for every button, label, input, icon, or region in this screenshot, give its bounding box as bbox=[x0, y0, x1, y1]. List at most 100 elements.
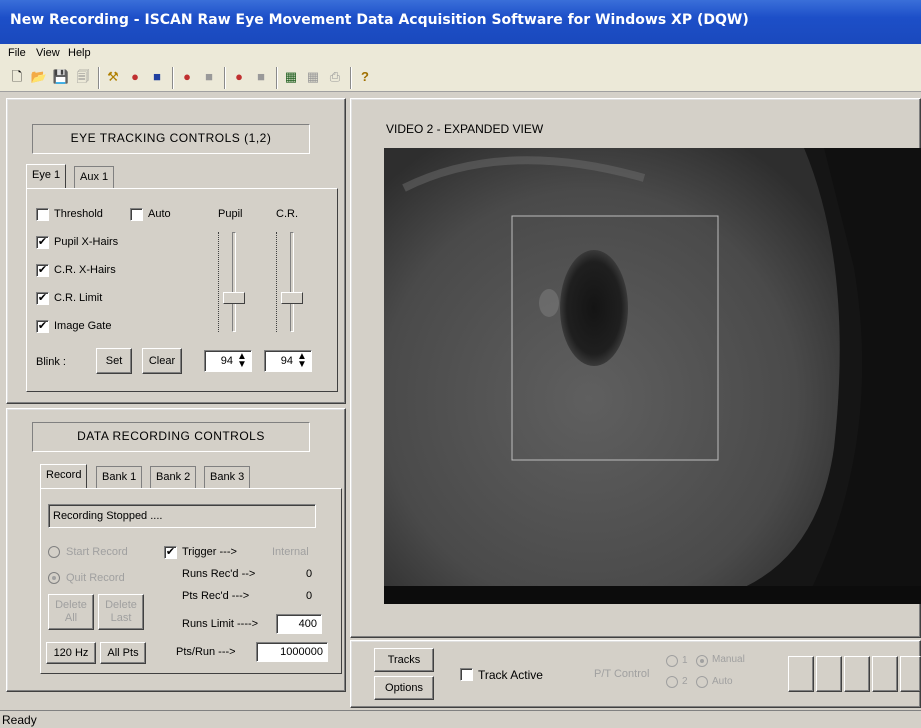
trigger-checkbox[interactable]: ✔ bbox=[164, 546, 177, 559]
threshold-checkbox[interactable] bbox=[36, 208, 49, 221]
manual-label: Manual bbox=[712, 654, 745, 665]
runs-limit-input[interactable]: 400 bbox=[276, 614, 322, 634]
image-gate-label: Image Gate bbox=[54, 320, 112, 332]
cr-xhairs-label: C.R. X-Hairs bbox=[54, 264, 116, 276]
menu-view[interactable]: View bbox=[36, 47, 60, 59]
status-bar: Ready bbox=[0, 710, 921, 728]
chart2-icon[interactable]: ▦ bbox=[304, 68, 322, 86]
eye-tracking-title: EYE TRACKING CONTROLS (1,2) bbox=[32, 124, 310, 154]
record-icon[interactable]: ● bbox=[126, 68, 144, 86]
status-text: Ready bbox=[2, 713, 37, 727]
record3-icon[interactable]: ● bbox=[230, 68, 248, 86]
pupil-slider-thumb[interactable] bbox=[223, 292, 245, 304]
options-button[interactable]: Options bbox=[374, 676, 434, 700]
pupil-label: Pupil bbox=[218, 208, 243, 220]
copy-icon[interactable]: 🗐 bbox=[74, 68, 92, 86]
all-pts-button[interactable]: All Pts bbox=[100, 642, 146, 664]
trigger-label: Trigger ---> bbox=[182, 546, 237, 558]
tab-aux-1[interactable]: Aux 1 bbox=[74, 166, 115, 188]
start-record-label: Start Record bbox=[66, 546, 128, 558]
tools-icon[interactable]: ⚒ bbox=[104, 68, 122, 86]
cr-label: C.R. bbox=[276, 208, 298, 220]
pupil-slider-ticks bbox=[218, 232, 220, 332]
delete-all-line2: All bbox=[64, 612, 78, 624]
cr-xhairs-checkbox[interactable]: ✔ bbox=[36, 264, 49, 277]
new-icon[interactable]: 🗋 bbox=[8, 68, 26, 86]
delete-last-line1: Delete bbox=[105, 599, 137, 611]
pupil-xhairs-checkbox[interactable]: ✔ bbox=[36, 236, 49, 249]
auto-radio[interactable] bbox=[696, 676, 708, 688]
track-active-checkbox[interactable] bbox=[460, 668, 473, 681]
pts-run-input[interactable]: 1000000 bbox=[256, 642, 328, 662]
record2-icon[interactable]: ● bbox=[178, 68, 196, 86]
blink-label: Blink : bbox=[36, 356, 66, 368]
tab-eye-1[interactable]: Eye 1 bbox=[26, 164, 67, 188]
image-gate-checkbox[interactable]: ✔ bbox=[36, 320, 49, 333]
pt-radio-2[interactable] bbox=[666, 676, 678, 688]
tab-bank-1[interactable]: Bank 1 bbox=[96, 466, 143, 488]
video-frame[interactable] bbox=[384, 148, 921, 604]
blink-set-button[interactable]: Set bbox=[96, 348, 132, 374]
video-title: VIDEO 2 - EXPANDED VIEW bbox=[386, 122, 544, 136]
delete-all-button[interactable]: Delete All bbox=[48, 594, 94, 630]
pupil-xhairs-label: Pupil X-Hairs bbox=[54, 236, 119, 248]
manual-radio[interactable] bbox=[696, 655, 708, 667]
cr-limit-checkbox[interactable]: ✔ bbox=[36, 292, 49, 305]
cr-spin-icon[interactable]: ▲ ▼ bbox=[297, 352, 307, 370]
threshold-label: Threshold bbox=[54, 208, 103, 220]
save3-icon[interactable]: ■ bbox=[252, 68, 270, 86]
quit-record-radio[interactable] bbox=[48, 572, 60, 584]
delete-last-button[interactable]: Delete Last bbox=[98, 594, 144, 630]
auto-checkbox[interactable] bbox=[130, 208, 143, 221]
delete-all-line1: Delete bbox=[55, 599, 87, 611]
blink-clear-button[interactable]: Clear bbox=[142, 348, 182, 374]
hz-button[interactable]: 120 Hz bbox=[46, 642, 96, 664]
zoom-button[interactable] bbox=[900, 656, 921, 692]
track-active-label: Track Active bbox=[478, 668, 543, 682]
toolbar-separator bbox=[276, 67, 278, 89]
pan-left-button[interactable] bbox=[788, 656, 814, 692]
save2-icon[interactable]: ■ bbox=[200, 68, 218, 86]
runs-limit-label: Runs Limit ----> bbox=[182, 618, 259, 630]
tracks-button[interactable]: Tracks bbox=[374, 648, 434, 672]
pt-control-label: P/T Control bbox=[594, 668, 650, 680]
pan-right-button[interactable] bbox=[816, 656, 842, 692]
internal-label: Internal bbox=[272, 546, 309, 558]
recording-status: Recording Stopped .... bbox=[48, 504, 316, 528]
chart-icon[interactable]: ▦ bbox=[282, 68, 300, 86]
title-bar: New Recording - ISCAN Raw Eye Movement D… bbox=[0, 0, 921, 44]
tab-record[interactable]: Record bbox=[40, 464, 88, 488]
menu-file[interactable]: File bbox=[8, 47, 26, 59]
toolbar-separator bbox=[224, 67, 226, 89]
tilt-down-button[interactable] bbox=[872, 656, 898, 692]
eye-image bbox=[384, 148, 921, 604]
cr-slider-track[interactable] bbox=[290, 232, 294, 332]
cr-limit-label: C.R. Limit bbox=[54, 292, 103, 304]
pupil-slider-track[interactable] bbox=[232, 232, 236, 332]
pts-recd-value: 0 bbox=[306, 590, 313, 602]
menu-help[interactable]: Help bbox=[68, 47, 91, 59]
auto-label: Auto bbox=[148, 208, 171, 220]
pupil-spin-icon[interactable]: ▲ ▼ bbox=[237, 352, 247, 370]
open-icon[interactable]: 📂 bbox=[30, 68, 48, 86]
runs-recd-label: Runs Rec'd --> bbox=[182, 568, 256, 580]
pts-recd-label: Pts Rec'd ---> bbox=[182, 590, 250, 602]
start-record-radio[interactable] bbox=[48, 546, 60, 558]
pt-radio-1[interactable] bbox=[666, 655, 678, 667]
tab-bank-3[interactable]: Bank 3 bbox=[204, 466, 251, 488]
tab-bank-2[interactable]: Bank 2 bbox=[150, 466, 197, 488]
save-icon[interactable]: 💾 bbox=[52, 68, 70, 86]
quit-record-label: Quit Record bbox=[66, 572, 125, 584]
toolbar-separator bbox=[350, 67, 352, 89]
data-recording-title: DATA RECORDING CONTROLS bbox=[32, 422, 310, 452]
window-title: New Recording - ISCAN Raw Eye Movement D… bbox=[10, 12, 749, 28]
pt-radio-1-label: 1 bbox=[682, 655, 688, 666]
delete-last-line2: Last bbox=[110, 612, 132, 624]
print-icon[interactable]: ⎙ bbox=[326, 68, 344, 86]
save-record-icon[interactable]: ■ bbox=[148, 68, 166, 86]
tilt-up-button[interactable] bbox=[844, 656, 870, 692]
help-icon[interactable]: ? bbox=[356, 68, 374, 86]
toolbar-separator bbox=[172, 67, 174, 89]
cr-slider-thumb[interactable] bbox=[281, 292, 303, 304]
toolbar-separator bbox=[98, 67, 100, 89]
